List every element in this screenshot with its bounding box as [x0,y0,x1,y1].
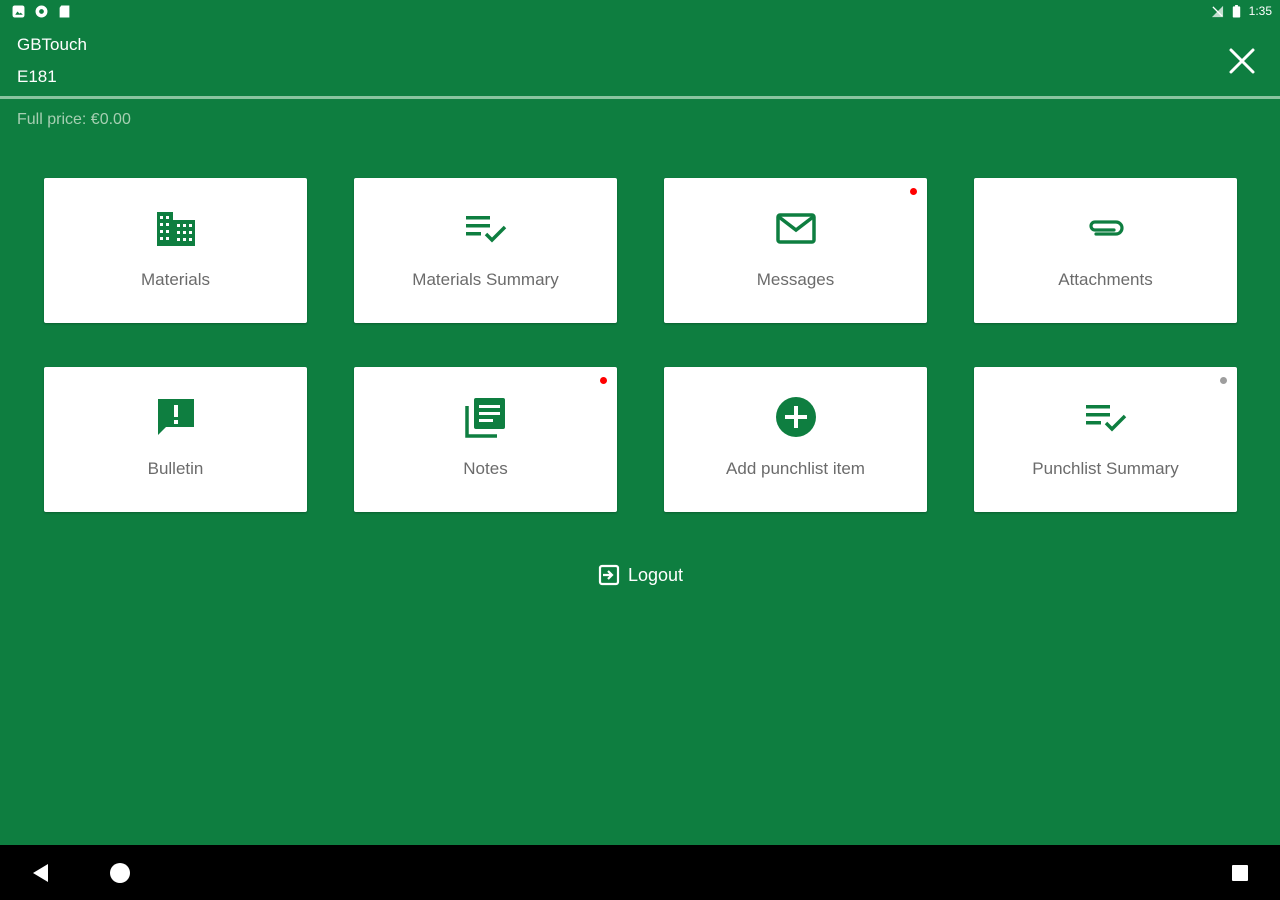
recents-icon [1232,865,1248,881]
building-icon [156,212,195,246]
notification-dot [910,188,917,195]
notes-icon [464,398,505,438]
status-right: 1:35 [1211,4,1272,18]
tile-label: Add punchlist item [726,459,865,478]
app-screen: 1:35 GBTouch E181 Full price: €0.00 Mate… [0,0,1280,900]
notification-dot [600,377,607,384]
close-button[interactable] [1226,45,1258,77]
tile-label: Notes [463,459,508,478]
checklist-icon [465,216,506,243]
tile-label: Bulletin [147,459,204,478]
battery-icon [1232,4,1240,18]
nav-bar [0,845,1280,900]
home-icon [110,863,130,883]
logout-label: Logout [628,564,684,585]
tile-materials[interactable]: Materials [44,178,307,323]
close-icon [1229,48,1255,74]
logout-button[interactable]: Logout [598,564,683,586]
back-icon [33,864,48,882]
checklist-icon [1085,405,1126,432]
tile-label: Messages [756,270,835,289]
status-time: 1:35 [1248,4,1272,18]
photo-icon [12,5,25,18]
status-bar: 1:35 [0,0,1280,26]
tile-bulletin[interactable]: Bulletin [44,367,307,512]
status-left [12,5,71,18]
alert-message-icon [157,399,194,435]
mail-icon [775,213,816,244]
tile-notes[interactable]: Notes [354,367,617,512]
logout-icon [598,564,620,586]
settings-icon [35,5,48,18]
tile-label: Materials [141,270,210,289]
app-title: GBTouch [17,35,87,54]
header-divider [0,96,1280,99]
signal-icon [1211,5,1223,17]
full-price: Full price: €0.00 [17,111,131,128]
tile-label: Attachments [1058,270,1153,289]
nav-home-button[interactable] [107,860,133,886]
tile-materials-summary[interactable]: Materials Summary [354,178,617,323]
sd-card-icon [59,5,70,18]
nav-back-button[interactable] [28,860,54,886]
tile-label: Punchlist Summary [1032,459,1179,478]
tile-label: Materials Summary [412,270,559,289]
tile-add-punchlist-item[interactable]: Add punchlist item [664,367,927,512]
tile-attachments[interactable]: Attachments [974,178,1237,323]
add-circle-icon [775,397,816,437]
paperclip-icon [1088,220,1124,236]
nav-recents-button[interactable] [1227,860,1253,886]
app-subtitle: E181 [17,67,57,86]
tile-punchlist-summary[interactable]: Punchlist Summary [974,367,1237,512]
tile-messages[interactable]: Messages [664,178,927,323]
status-dot [1220,377,1227,384]
